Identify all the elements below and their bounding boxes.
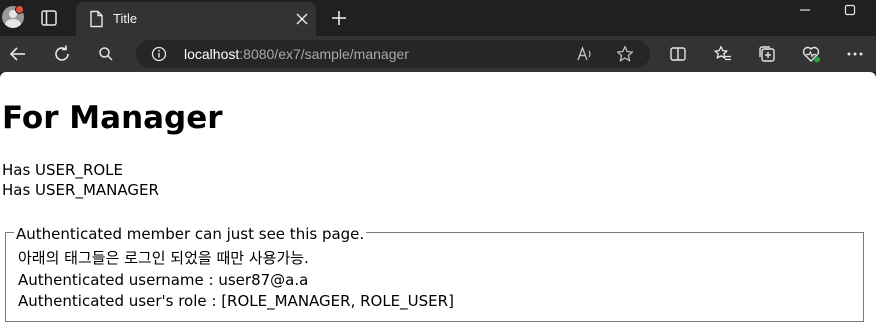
- read-aloud-icon[interactable]: [576, 45, 594, 63]
- page-title: For Manager: [2, 100, 223, 136]
- role-line: Has USER_MANAGER: [2, 181, 159, 199]
- collections-icon[interactable]: [757, 44, 777, 64]
- refresh-icon[interactable]: [52, 44, 72, 64]
- url-host: localhost: [184, 46, 240, 62]
- fieldset-line-username: Authenticated username : user87@a.a: [18, 271, 309, 289]
- profile-notification-dot: [15, 5, 24, 14]
- fieldset-legend: Authenticated member can just see this p…: [14, 225, 367, 243]
- favorite-star-icon[interactable]: [616, 45, 634, 63]
- back-icon[interactable]: [8, 44, 28, 64]
- address-bar[interactable]: localhost:8080/ex7/sample/manager: [136, 40, 650, 68]
- role-line: Has USER_ROLE: [2, 161, 124, 179]
- new-tab-icon[interactable]: [330, 9, 348, 27]
- maximize-window-icon[interactable]: [843, 3, 857, 17]
- page-document-icon: [90, 10, 103, 28]
- close-tab-icon[interactable]: [295, 12, 309, 26]
- browser-toolbar: localhost:8080/ex7/sample/manager: [0, 36, 876, 72]
- search-icon[interactable]: [96, 44, 116, 64]
- browser-essentials-icon[interactable]: [801, 44, 821, 64]
- minimize-window-icon[interactable]: [798, 3, 812, 17]
- tab-strip: Title: [0, 0, 876, 36]
- fieldset-line-role: Authenticated user's role : [ROLE_MANAGE…: [18, 292, 454, 310]
- more-options-icon[interactable]: [845, 44, 865, 64]
- browser-tab[interactable]: Title: [76, 2, 316, 36]
- tab-actions-icon[interactable]: [40, 9, 58, 27]
- site-info-icon[interactable]: [151, 46, 167, 62]
- tab-title: Title: [113, 11, 138, 26]
- fieldset-line-notice: 아래의 태그들은 로그인 되었을 때만 사용가능.: [18, 249, 309, 267]
- favorites-icon[interactable]: [713, 44, 733, 64]
- page-content: For Manager Has USER_ROLE Has USER_MANAG…: [0, 72, 876, 336]
- split-screen-icon[interactable]: [668, 44, 688, 64]
- url-path: :8080/ex7/sample/manager: [239, 46, 409, 62]
- url-text: localhost:8080/ex7/sample/manager: [184, 46, 409, 62]
